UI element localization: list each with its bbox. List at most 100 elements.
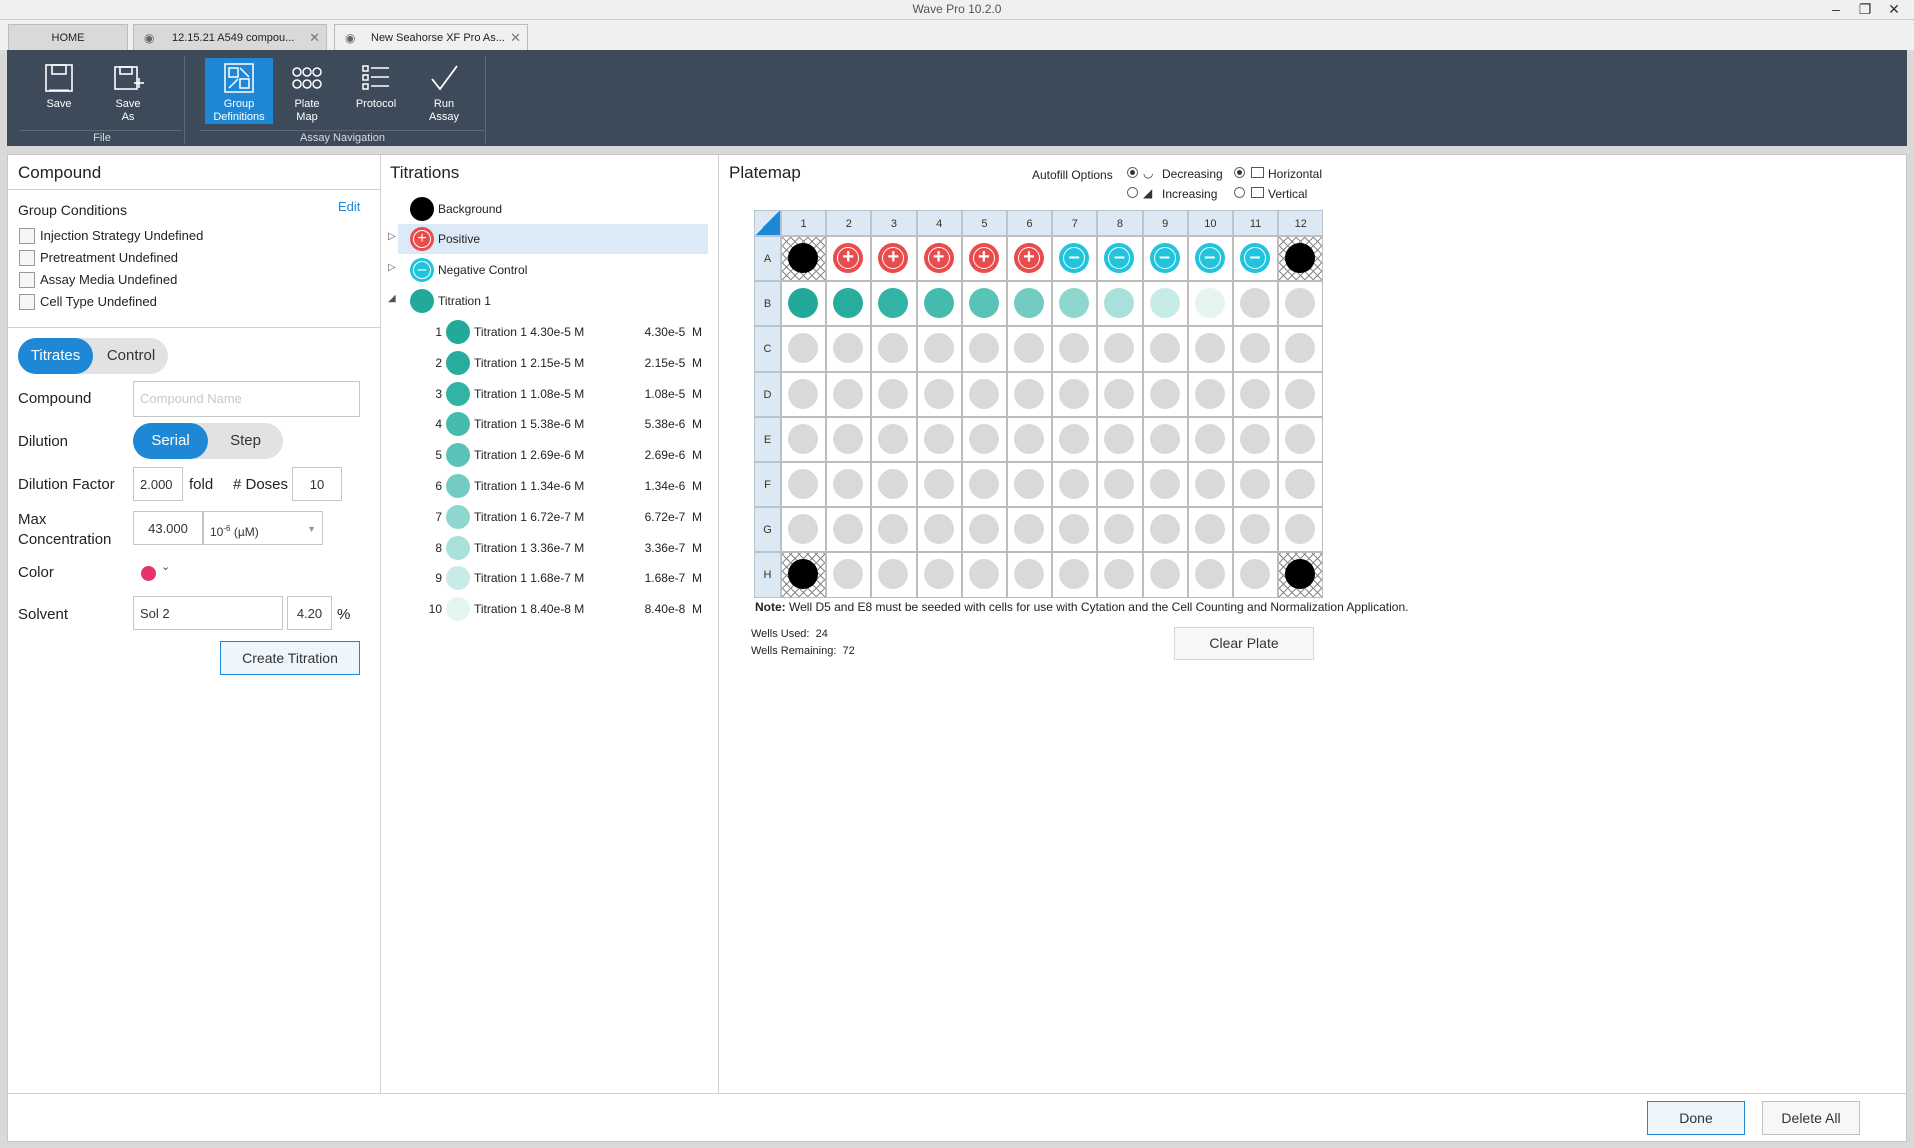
group-definitions-button[interactable]: Group Definitions [205,58,273,124]
column-header[interactable]: 12 [1278,210,1324,236]
well[interactable] [1007,552,1053,598]
max-concentration-input[interactable]: 43.000 [133,511,203,545]
well[interactable] [961,507,1007,553]
expand-icon[interactable]: ▷ [388,231,396,242]
well[interactable] [1233,462,1279,508]
well[interactable] [1278,281,1324,327]
well[interactable] [871,552,917,598]
clear-plate-button[interactable]: Clear Plate [1174,627,1314,660]
tab-compound-file[interactable]: ◉ 12.15.21 A549 compou... ✕ [133,24,327,50]
column-header[interactable]: 3 [871,210,917,236]
well[interactable] [961,371,1007,417]
well[interactable]: + [961,236,1007,282]
well[interactable] [1052,371,1098,417]
well[interactable] [826,326,872,372]
tab-home[interactable]: HOME [8,24,128,50]
well[interactable] [1187,326,1233,372]
tab-close-icon[interactable]: ✕ [510,25,521,51]
compound-name-input[interactable]: Compound Name [133,381,360,417]
well[interactable] [916,326,962,372]
well[interactable] [1007,326,1053,372]
well[interactable] [1233,416,1279,462]
titration-group[interactable]: ◢ Titration 1 [388,286,708,316]
increasing-radio[interactable] [1127,187,1138,198]
well[interactable] [826,371,872,417]
solvent-percent-input[interactable]: 4.20 [287,596,332,630]
well[interactable] [1187,281,1233,327]
titration-item[interactable]: 3 Titration 1 1.08e-5 M 1.08e-5 M [398,379,708,409]
well[interactable] [916,507,962,553]
collapse-icon[interactable]: ◢ [388,293,396,304]
well[interactable] [916,371,962,417]
titration-item[interactable]: 4 Titration 1 5.38e-6 M 5.38e-6 M [398,409,708,439]
well[interactable]: – [1142,236,1188,282]
well[interactable] [871,371,917,417]
tab-new-assay[interactable]: ◉ New Seahorse XF Pro As... ✕ [334,24,528,50]
titration-group[interactable]: ▷ + Positive [388,224,708,254]
column-header[interactable]: 4 [916,210,962,236]
well[interactable] [826,552,872,598]
create-titration-button[interactable]: Create Titration [220,641,360,675]
column-header[interactable]: 7 [1052,210,1098,236]
well[interactable] [1278,462,1324,508]
well[interactable] [1233,552,1279,598]
well[interactable] [781,552,827,598]
well[interactable] [1142,326,1188,372]
well[interactable] [1097,326,1143,372]
well[interactable] [916,552,962,598]
well[interactable] [781,416,827,462]
well[interactable] [1007,371,1053,417]
titrates-toggle[interactable]: Titrates [18,338,93,374]
done-button[interactable]: Done [1647,1101,1745,1135]
titration-group[interactable]: Background [398,194,708,224]
titration-item[interactable]: 1 Titration 1 4.30e-5 M 4.30e-5 M [398,317,708,347]
well[interactable]: – [1097,236,1143,282]
titration-item[interactable]: 9 Titration 1 1.68e-7 M 1.68e-7 M [398,563,708,593]
well[interactable]: + [826,236,872,282]
well[interactable]: + [1007,236,1053,282]
well[interactable] [961,326,1007,372]
well[interactable] [1097,507,1143,553]
well[interactable] [781,236,827,282]
well[interactable] [1278,371,1324,417]
titration-item[interactable]: 8 Titration 1 3.36e-7 M 3.36e-7 M [398,533,708,563]
well[interactable] [1142,552,1188,598]
chevron-down-icon[interactable]: ⌄ [161,560,170,573]
titration-item[interactable]: 7 Titration 1 6.72e-7 M 6.72e-7 M [398,502,708,532]
column-header[interactable]: 10 [1187,210,1233,236]
titration-item[interactable]: 2 Titration 1 2.15e-5 M 2.15e-5 M [398,348,708,378]
well[interactable] [1052,552,1098,598]
save-button[interactable]: Save [28,58,90,124]
row-header[interactable]: C [754,326,781,372]
well[interactable] [1097,462,1143,508]
row-header[interactable]: G [754,507,781,553]
well[interactable]: + [916,236,962,282]
well[interactable] [826,462,872,508]
well[interactable] [1142,416,1188,462]
titration-item[interactable]: 6 Titration 1 1.34e-6 M 1.34e-6 M [398,471,708,501]
dilution-step-toggle[interactable]: Step [208,423,283,459]
well[interactable]: + [871,236,917,282]
well[interactable] [1233,326,1279,372]
dilution-factor-input[interactable]: 2.000 [133,467,183,501]
well[interactable] [1097,552,1143,598]
plate-map-button[interactable]: Plate Map [276,58,338,124]
row-header[interactable]: B [754,281,781,327]
well[interactable] [1052,507,1098,553]
well[interactable] [1007,281,1053,327]
well[interactable] [916,281,962,327]
row-header[interactable]: F [754,462,781,508]
doses-input[interactable]: 10 [292,467,342,501]
save-as-button[interactable]: Save As [97,58,159,124]
well[interactable] [1187,462,1233,508]
column-header[interactable]: 1 [781,210,827,236]
well[interactable] [871,507,917,553]
well[interactable]: – [1187,236,1233,282]
well[interactable] [1233,371,1279,417]
well[interactable] [1052,326,1098,372]
expand-icon[interactable]: ▷ [388,262,396,273]
well[interactable] [826,281,872,327]
well[interactable] [1187,416,1233,462]
well[interactable] [1052,416,1098,462]
well[interactable] [1097,371,1143,417]
